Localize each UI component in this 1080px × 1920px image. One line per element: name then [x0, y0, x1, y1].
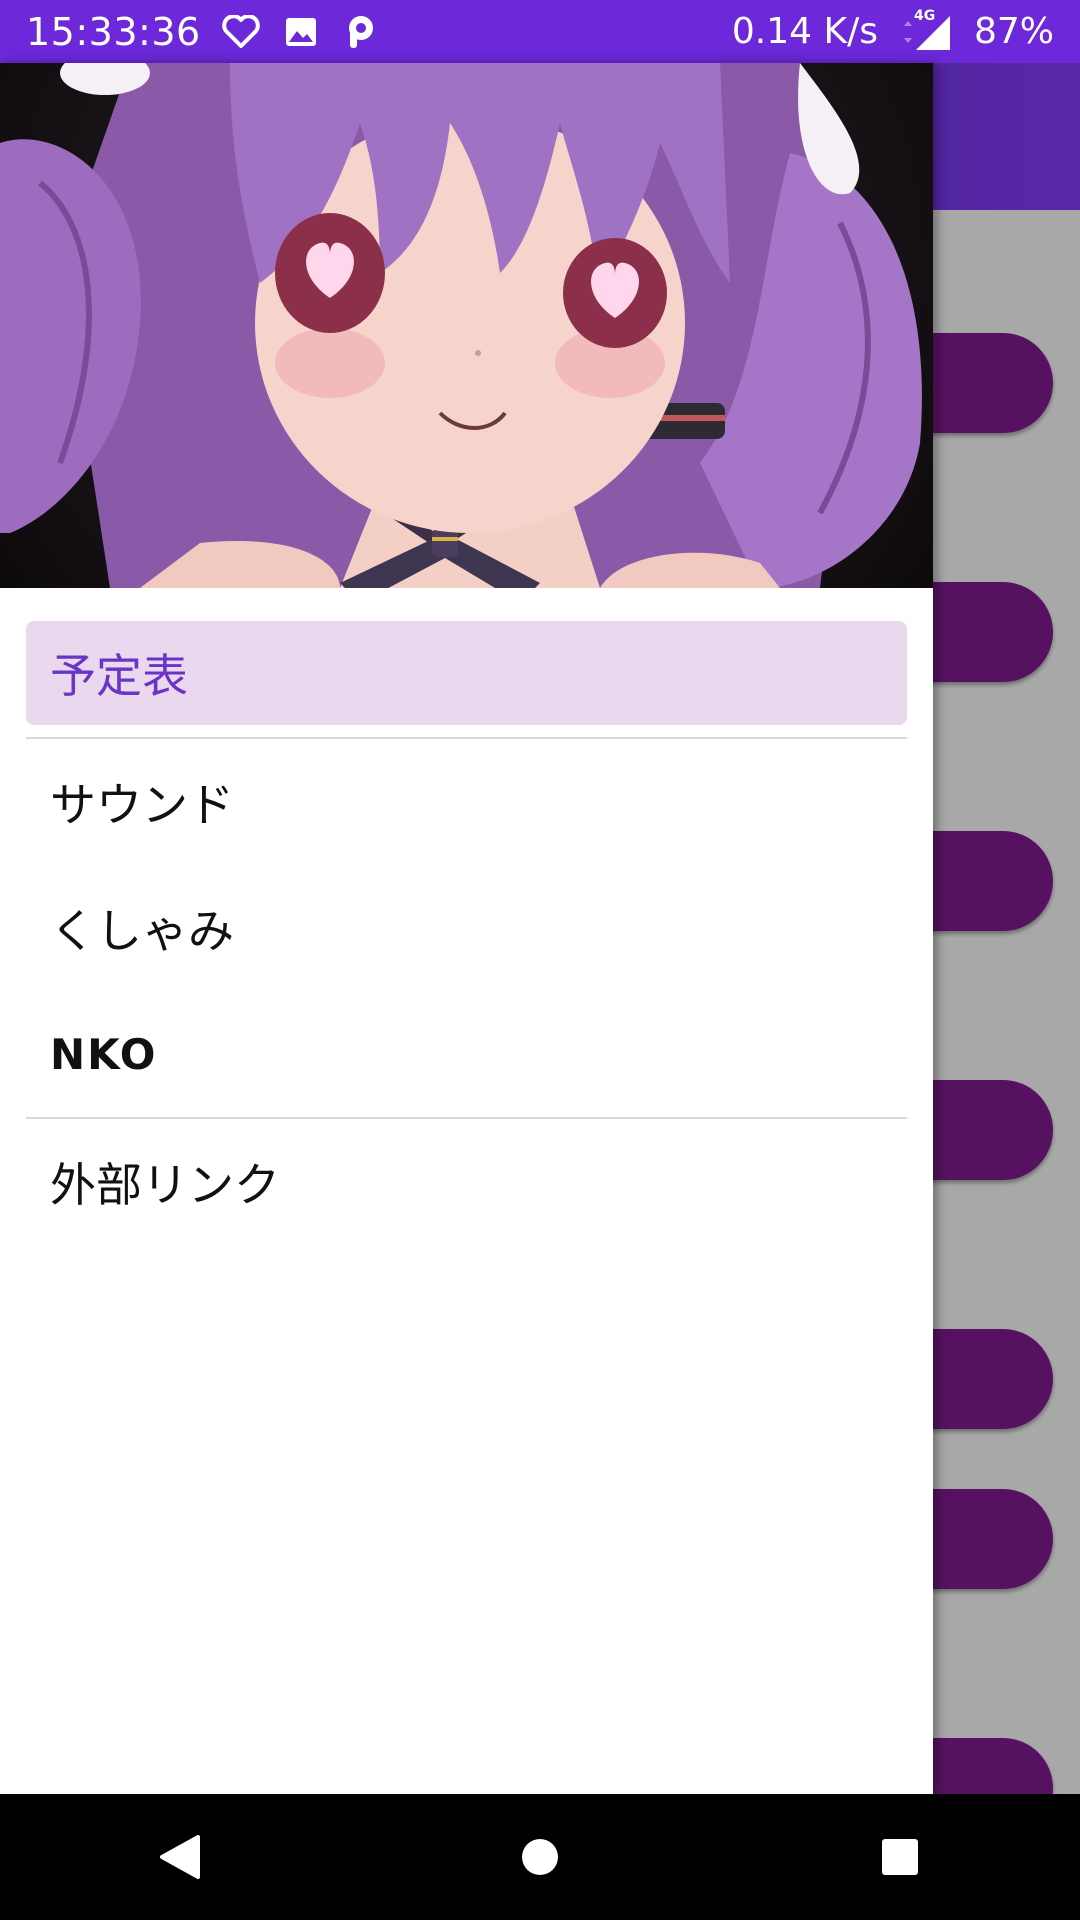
menu-item-external-links-label: 外部リンク — [50, 1158, 280, 1212]
navigation-bar — [0, 1794, 1080, 1920]
menu-item-schedule-label: 予定表 — [50, 649, 188, 703]
signal-icon: 4G — [898, 8, 954, 52]
drawer-header-image — [0, 63, 933, 588]
menu-item-schedule[interactable]: 予定表 — [26, 621, 907, 725]
menu-item-sneeze[interactable]: くしゃみ — [26, 865, 907, 991]
network-type: 4G — [913, 7, 936, 24]
menu-item-external-links[interactable]: 外部リンク — [26, 1119, 907, 1245]
drawer-scrim[interactable] — [933, 63, 1080, 1794]
drawer-menu: 予定表 サウンド くしゃみ NKO 外部リンク — [0, 588, 933, 1245]
menu-item-nko[interactable]: NKO — [26, 991, 907, 1117]
back-icon[interactable] — [120, 1797, 240, 1917]
network-speed: 0.14 K/s — [731, 11, 878, 52]
p-app-icon — [341, 12, 381, 52]
recents-icon[interactable] — [840, 1797, 960, 1917]
home-icon[interactable] — [480, 1797, 600, 1917]
menu-item-sound-label: サウンド — [50, 778, 234, 832]
navigation-drawer: 予定表 サウンド くしゃみ NKO 外部リンク — [0, 63, 933, 1794]
battery-level: 87% — [973, 11, 1054, 52]
heart-icon — [221, 12, 261, 52]
character-illustration — [0, 63, 922, 588]
status-bar: 15:33:36 0.14 K/s 4G 87% — [0, 0, 1080, 63]
menu-item-nko-label: NKO — [50, 1029, 158, 1079]
menu-item-sound[interactable]: サウンド — [26, 739, 907, 865]
image-icon — [281, 12, 321, 52]
menu-item-sneeze-label: くしゃみ — [50, 904, 234, 958]
status-time: 15:33:36 — [26, 9, 201, 54]
